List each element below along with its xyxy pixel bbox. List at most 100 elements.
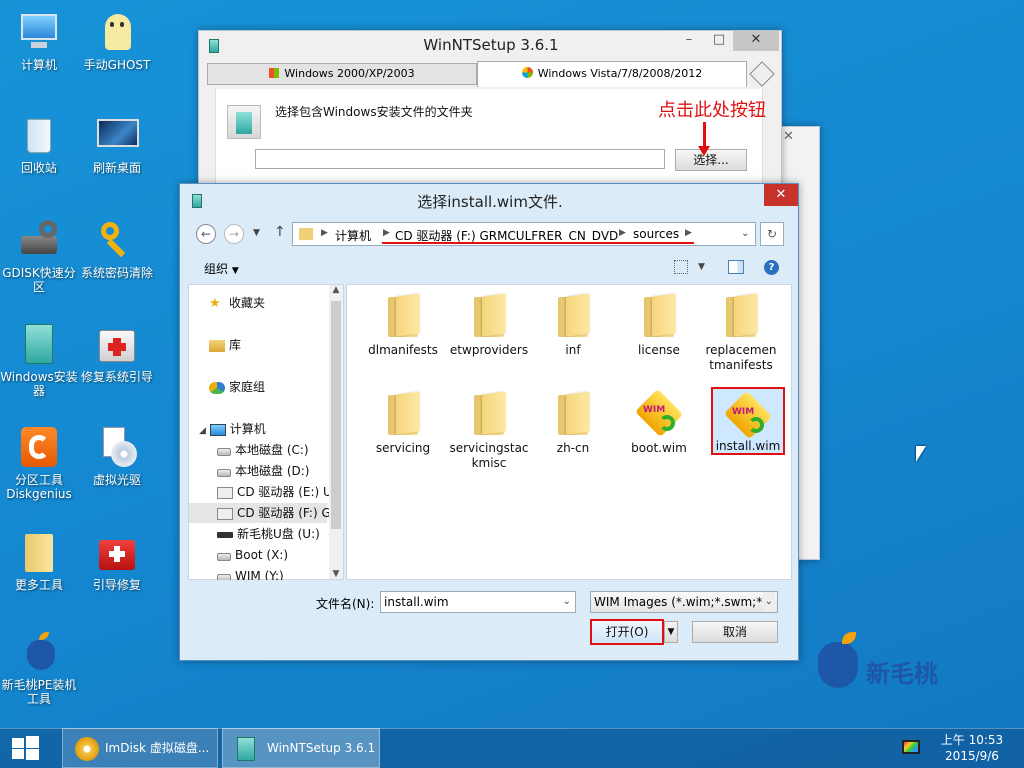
- nav-computer[interactable]: ◢ 计算机: [199, 419, 266, 439]
- source-prompt: 选择包含Windows安装文件的文件夹: [275, 105, 473, 119]
- desktop-icon-gdisk[interactable]: GDISK快速分区: [0, 218, 78, 294]
- hard-drive-icon: [217, 552, 231, 561]
- peach-icon: [17, 630, 61, 674]
- breadcrumb-sources[interactable]: sources: [633, 227, 679, 241]
- nav-drive-f[interactable]: CD 驱动器 (F:) G: [189, 503, 331, 523]
- file-item-servicing[interactable]: servicing: [361, 391, 445, 456]
- folder-icon: [386, 293, 420, 337]
- select-folder-button[interactable]: 选择...: [675, 149, 747, 171]
- taskbar-item-imdisk[interactable]: ImDisk 虚拟磁盘...: [62, 728, 218, 768]
- file-item-etwproviders[interactable]: etwproviders: [447, 293, 531, 358]
- nav-drive-e[interactable]: CD 驱动器 (E:) U: [217, 482, 332, 502]
- minimize-button[interactable]: –: [675, 31, 703, 51]
- dialog-title: 选择install.wim文件.: [417, 193, 563, 211]
- tray-clock[interactable]: 上午 10:53 2015/9/6: [932, 732, 1012, 764]
- recycle-bin-icon: [17, 113, 61, 157]
- usb-drive-icon: [217, 531, 233, 538]
- file-item-dlmanifests[interactable]: dlmanifests: [361, 293, 445, 358]
- windows-installer-icon: [17, 322, 61, 366]
- desktop-icon-more-tools[interactable]: 更多工具: [0, 530, 78, 592]
- breadcrumb-computer[interactable]: 计算机: [335, 227, 371, 244]
- cancel-button[interactable]: 取消: [692, 621, 778, 643]
- file-item-boot-wim[interactable]: WIM boot.wim: [617, 388, 701, 456]
- folder-small-icon: [299, 228, 313, 240]
- peach-logo-icon: [818, 642, 858, 688]
- desktop-icon-virtual-drive[interactable]: 虚拟光驱: [78, 425, 156, 487]
- refresh-desktop-icon: [95, 113, 139, 157]
- filename-label: 文件名(N):: [316, 597, 375, 611]
- help-icon[interactable]: ?: [764, 260, 779, 275]
- chevron-down-icon[interactable]: ⌄: [563, 592, 571, 612]
- address-dropdown-icon[interactable]: ⌄: [741, 228, 749, 239]
- nav-drive-x[interactable]: Boot (X:): [217, 545, 288, 565]
- desktop-icon-password-clear[interactable]: 系统密码清除: [78, 218, 156, 280]
- chevron-down-icon[interactable]: ⌄: [762, 592, 775, 612]
- folder-icon: [642, 293, 676, 337]
- open-dropdown-button[interactable]: ▼: [664, 621, 678, 643]
- file-item-license[interactable]: license: [617, 293, 701, 358]
- view-options-icon[interactable]: [674, 260, 688, 274]
- file-item-servicingstackmisc[interactable]: servicingstackmisc: [447, 391, 531, 471]
- filename-input[interactable]: install.wim ⌄: [380, 591, 576, 613]
- file-type-filter[interactable]: WIM Images (*.wim;*.swm;*.e ⌄: [590, 591, 778, 613]
- nav-drive-d[interactable]: 本地磁盘 (D:): [217, 461, 309, 481]
- recent-dropdown-icon[interactable]: ▼: [253, 228, 260, 238]
- open-button[interactable]: 打开(O): [590, 619, 664, 645]
- brand-text: 新毛桃: [866, 660, 938, 688]
- nav-homegroup[interactable]: 家庭组: [209, 377, 265, 397]
- folder-icon: [556, 293, 590, 337]
- folder-icon: [472, 391, 506, 435]
- nav-drive-u[interactable]: 新毛桃U盘 (U:): [217, 524, 320, 544]
- tab-vista[interactable]: Windows Vista/7/8/2008/2012: [477, 61, 747, 87]
- forward-button[interactable]: →: [224, 224, 244, 244]
- nav-drive-c[interactable]: 本地磁盘 (C:): [217, 440, 309, 460]
- hard-drive-icon: [217, 573, 231, 580]
- refresh-button[interactable]: ↻: [760, 222, 784, 246]
- maximize-button[interactable]: □: [705, 31, 733, 51]
- file-item-replacementmanifests[interactable]: replacementmanifests: [705, 293, 777, 373]
- key-icon: [95, 218, 139, 262]
- annotation-click-here: 点击此处按钮: [658, 100, 766, 121]
- preview-pane-icon[interactable]: [728, 260, 744, 274]
- desktop-icon-peach-installer[interactable]: 新毛桃PE装机工具: [0, 630, 78, 706]
- back-button[interactable]: ←: [196, 224, 216, 244]
- settings-icon[interactable]: [749, 61, 775, 87]
- file-item-zh-cn[interactable]: zh-cn: [531, 391, 615, 456]
- desktop-icon-windows-installer[interactable]: Windows安装器: [0, 322, 78, 398]
- desktop-icon-recycle-bin[interactable]: 回收站: [0, 113, 78, 175]
- desktop-icon-diskgenius[interactable]: 分区工具Diskgenius: [0, 425, 78, 501]
- up-button[interactable]: ↑: [274, 224, 286, 240]
- desktop-icon-refresh[interactable]: 刷新桌面: [78, 113, 156, 175]
- cd-drive-icon: [217, 486, 233, 499]
- source-path-input[interactable]: [255, 149, 665, 169]
- desktop-icon-boot-fix[interactable]: 引导修复: [78, 530, 156, 592]
- desktop-icon-computer[interactable]: 计算机: [0, 10, 78, 72]
- breadcrumb-underline: [382, 242, 694, 244]
- desktop-icon-repair-boot[interactable]: 修复系统引导: [78, 322, 156, 384]
- wim-file-icon: WIM: [634, 388, 684, 438]
- file-item-install-wim[interactable]: WIM install.wim: [711, 387, 785, 455]
- file-list: dlmanifests etwproviders inf license rep…: [346, 284, 792, 580]
- nav-library[interactable]: 库: [209, 335, 241, 355]
- navigation-pane: ★ 收藏夹 库 家庭组 ◢ 计算机 本地磁盘 (C:) 本地磁盘 (D:) CD …: [188, 284, 344, 580]
- desktop-icon-ghost[interactable]: 手动GHOST: [78, 10, 156, 72]
- tray-display-icon[interactable]: [902, 740, 920, 754]
- organize-menu[interactable]: 组织 ▼: [204, 260, 239, 277]
- computer-small-icon: [209, 423, 226, 436]
- close-button[interactable]: ✕: [733, 31, 779, 51]
- mouse-cursor-icon: [916, 446, 926, 462]
- homegroup-icon: [209, 381, 225, 394]
- nav-scrollbar[interactable]: ▲ ▼: [329, 285, 343, 579]
- star-icon: ★: [209, 295, 221, 311]
- nav-favorites[interactable]: ★ 收藏夹: [209, 293, 265, 313]
- diskgenius-icon: [17, 425, 61, 469]
- taskbar-item-winntsetup[interactable]: WinNTSetup 3.6.1: [222, 728, 380, 768]
- nav-scrollbar-thumb[interactable]: [331, 301, 341, 529]
- dialog-close-button[interactable]: ✕: [764, 184, 798, 206]
- tab-xp[interactable]: Windows 2000/XP/2003: [207, 63, 477, 85]
- file-item-inf[interactable]: inf: [531, 293, 615, 358]
- start-button[interactable]: [10, 736, 40, 760]
- folder-icon: [386, 391, 420, 435]
- view-dropdown-icon[interactable]: ▼: [698, 262, 705, 272]
- nav-drive-y[interactable]: WIM (Y:): [217, 566, 284, 580]
